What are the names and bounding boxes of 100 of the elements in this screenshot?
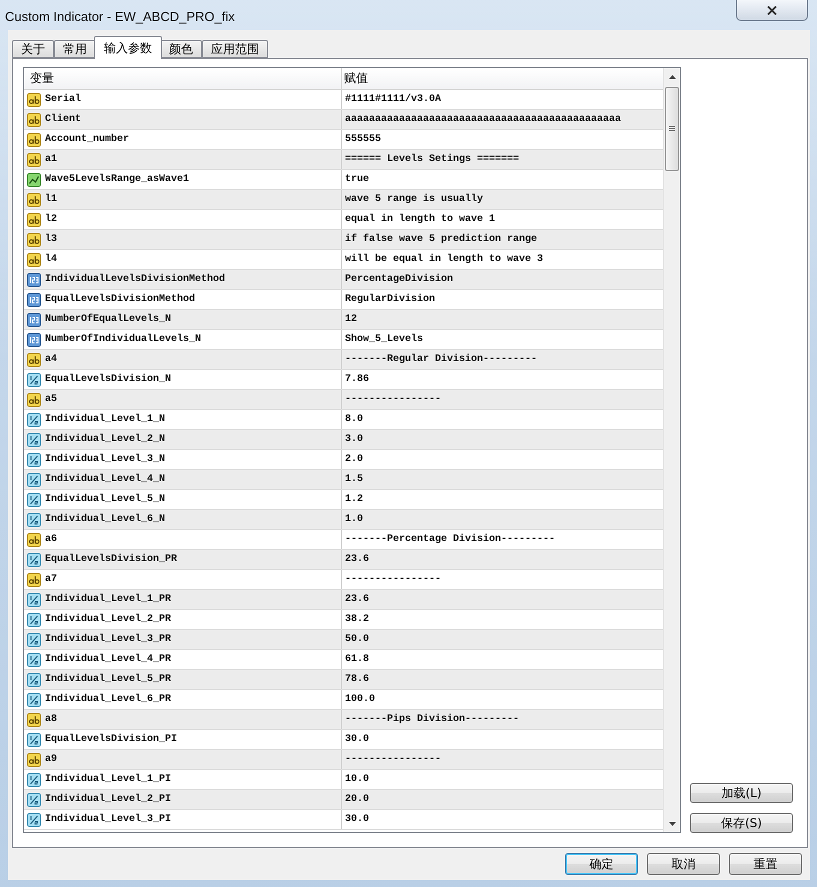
parameter-value[interactable]: Show_5_Levels bbox=[342, 330, 663, 349]
fraction-icon bbox=[27, 372, 41, 386]
parameter-row[interactable]: a4 -------Regular Division--------- bbox=[24, 350, 663, 370]
parameter-value[interactable]: 20.0 bbox=[342, 790, 663, 809]
parameter-value[interactable]: ---------------- bbox=[342, 570, 663, 589]
column-header[interactable]: 变量 bbox=[24, 68, 342, 89]
parameter-row[interactable]: l2 equal in length to wave 1 bbox=[24, 210, 663, 230]
parameter-row[interactable]: Individual_Level_1_PR 23.6 bbox=[24, 590, 663, 610]
parameter-value[interactable]: RegularDivision bbox=[342, 290, 663, 309]
parameter-row[interactable]: Individual_Level_4_PR 61.8 bbox=[24, 650, 663, 670]
parameter-value[interactable]: 38.2 bbox=[342, 610, 663, 629]
parameter-row[interactable]: Client aaaaaaaaaaaaaaaaaaaaaaaaaaaaaaaaaaaaaaaaaaaaaa bbox=[24, 110, 663, 130]
parameter-row[interactable]: EqualLevelsDivision_PI 30.0 bbox=[24, 730, 663, 750]
parameter-row[interactable]: Individual_Level_4_N 1.5 bbox=[24, 470, 663, 490]
parameter-row[interactable]: Individual_Level_5_PR 78.6 bbox=[24, 670, 663, 690]
parameter-row[interactable]: a8 -------Pips Division--------- bbox=[24, 710, 663, 730]
parameter-row[interactable]: a7 ---------------- bbox=[24, 570, 663, 590]
fraction-icon bbox=[27, 692, 41, 706]
parameter-value[interactable]: 30.0 bbox=[342, 810, 663, 829]
parameter-row[interactable]: Individual_Level_1_N 8.0 bbox=[24, 410, 663, 430]
parameter-value[interactable]: 23.6 bbox=[342, 590, 663, 609]
parameter-value[interactable]: 61.8 bbox=[342, 650, 663, 669]
parameter-row[interactable]: Individual_Level_2_PR 38.2 bbox=[24, 610, 663, 630]
string-type-icon bbox=[27, 212, 41, 226]
parameter-row[interactable]: a5 ---------------- bbox=[24, 390, 663, 410]
parameter-value[interactable]: 12 bbox=[342, 310, 663, 329]
parameter-row[interactable]: Individual_Level_2_N 3.0 bbox=[24, 430, 663, 450]
parameter-row[interactable]: a6 -------Percentage Division--------- bbox=[24, 530, 663, 550]
parameter-row[interactable]: Individual_Level_3_PI 30.0 bbox=[24, 810, 663, 830]
parameter-value[interactable]: -------Percentage Division--------- bbox=[342, 530, 663, 549]
variable-name: Individual_Level_5_PR bbox=[45, 674, 172, 685]
parameter-value[interactable]: will be equal in length to wave 3 bbox=[342, 250, 663, 269]
dialog-button[interactable]: 取消 bbox=[647, 853, 720, 875]
parameter-value[interactable]: #1111#1111/v3.0A bbox=[342, 90, 663, 109]
side-button[interactable]: 加载(L) bbox=[690, 783, 793, 803]
parameter-value[interactable]: 50.0 bbox=[342, 630, 663, 649]
parameter-row[interactable]: Individual_Level_2_PI 20.0 bbox=[24, 790, 663, 810]
parameter-value[interactable]: PercentageDivision bbox=[342, 270, 663, 289]
parameter-row[interactable]: EqualLevelsDivisionMethod RegularDivision bbox=[24, 290, 663, 310]
parameter-row[interactable]: NumberOfIndividualLevels_N Show_5_Levels bbox=[24, 330, 663, 350]
parameter-row[interactable]: Wave5LevelsRange_asWave1 true bbox=[24, 170, 663, 190]
parameter-row[interactable]: l3 if false wave 5 prediction range bbox=[24, 230, 663, 250]
tab[interactable]: 常用 bbox=[54, 40, 96, 58]
side-button[interactable]: 保存(S) bbox=[690, 813, 793, 833]
parameter-value[interactable]: 10.0 bbox=[342, 770, 663, 789]
parameter-row[interactable]: l1 wave 5 range is usually bbox=[24, 190, 663, 210]
dialog-button[interactable]: 确定 bbox=[565, 853, 638, 875]
parameter-value[interactable]: 1.0 bbox=[342, 510, 663, 529]
dialog-button[interactable]: 重置 bbox=[729, 853, 802, 875]
fraction-icon bbox=[27, 472, 41, 486]
parameter-row[interactable]: Individual_Level_1_PI 10.0 bbox=[24, 770, 663, 790]
fraction-icon bbox=[27, 632, 41, 646]
parameter-value[interactable]: aaaaaaaaaaaaaaaaaaaaaaaaaaaaaaaaaaaaaaaaaaaaaa bbox=[342, 110, 663, 129]
variable-name: a7 bbox=[45, 574, 58, 585]
parameter-row[interactable]: Individual_Level_3_PR 50.0 bbox=[24, 630, 663, 650]
parameter-value[interactable]: wave 5 range is usually bbox=[342, 190, 663, 209]
parameter-value[interactable]: 100.0 bbox=[342, 690, 663, 709]
parameter-row[interactable]: Individual_Level_6_N 1.0 bbox=[24, 510, 663, 530]
parameter-row[interactable]: IndividualLevelsDivisionMethod PercentageDivision bbox=[24, 270, 663, 290]
variable-name: Individual_Level_2_PI bbox=[45, 794, 172, 805]
parameter-value[interactable]: 555555 bbox=[342, 130, 663, 149]
parameter-row[interactable]: l4 will be equal in length to wave 3 bbox=[24, 250, 663, 270]
parameter-value[interactable]: 78.6 bbox=[342, 670, 663, 689]
parameter-value[interactable]: equal in length to wave 1 bbox=[342, 210, 663, 229]
tab[interactable]: 应用范围 bbox=[202, 40, 268, 58]
tab[interactable]: 关于 bbox=[12, 40, 54, 58]
close-button[interactable] bbox=[736, 0, 808, 21]
parameter-value[interactable]: 30.0 bbox=[342, 730, 663, 749]
parameter-value[interactable]: 7.86 bbox=[342, 370, 663, 389]
parameter-value[interactable]: 1.5 bbox=[342, 470, 663, 489]
parameter-value[interactable]: 2.0 bbox=[342, 450, 663, 469]
parameter-row[interactable]: NumberOfEqualLevels_N 12 bbox=[24, 310, 663, 330]
parameter-row[interactable]: a1 ====== Levels Setings ======= bbox=[24, 150, 663, 170]
parameter-value[interactable]: if false wave 5 prediction range bbox=[342, 230, 663, 249]
column-header[interactable]: 赋值 bbox=[342, 68, 663, 89]
parameter-value[interactable]: true bbox=[342, 170, 663, 189]
parameter-value[interactable]: -------Regular Division--------- bbox=[342, 350, 663, 369]
parameter-row[interactable]: Individual_Level_5_N 1.2 bbox=[24, 490, 663, 510]
parameter-row[interactable]: EqualLevelsDivision_N 7.86 bbox=[24, 370, 663, 390]
parameter-value[interactable]: ---------------- bbox=[342, 750, 663, 769]
parameter-value[interactable]: ====== Levels Setings ======= bbox=[342, 150, 663, 169]
tab[interactable]: 输入参数 bbox=[94, 36, 162, 59]
parameter-value[interactable]: 3.0 bbox=[342, 430, 663, 449]
parameter-row[interactable]: Serial #1111#1111/v3.0A bbox=[24, 90, 663, 110]
parameter-value[interactable]: 1.2 bbox=[342, 490, 663, 509]
parameter-value[interactable]: 23.6 bbox=[342, 550, 663, 569]
string-type-icon bbox=[27, 392, 41, 406]
variable-name: Client bbox=[45, 114, 82, 125]
variable-name: a1 bbox=[45, 154, 58, 165]
variable-name: l1 bbox=[45, 194, 58, 205]
parameter-row[interactable]: a9 ---------------- bbox=[24, 750, 663, 770]
parameter-row[interactable]: Account_number 555555 bbox=[24, 130, 663, 150]
parameter-row[interactable]: Individual_Level_6_PR 100.0 bbox=[24, 690, 663, 710]
tab[interactable]: 颜色 bbox=[160, 40, 202, 58]
parameter-value[interactable]: 8.0 bbox=[342, 410, 663, 429]
parameter-row[interactable]: Individual_Level_3_N 2.0 bbox=[24, 450, 663, 470]
scroll-thumb[interactable] bbox=[665, 87, 679, 171]
parameter-value[interactable]: ---------------- bbox=[342, 390, 663, 409]
parameter-row[interactable]: EqualLevelsDivision_PR 23.6 bbox=[24, 550, 663, 570]
parameter-value[interactable]: -------Pips Division--------- bbox=[342, 710, 663, 729]
